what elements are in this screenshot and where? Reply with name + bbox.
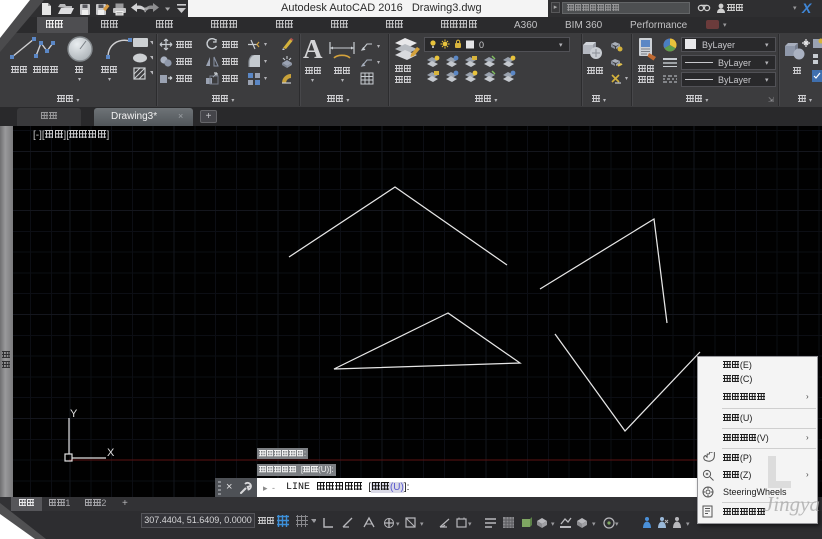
- svg-text:0: 0: [479, 40, 484, 50]
- svg-text:X: X: [107, 447, 115, 459]
- svg-text:Y: Y: [70, 408, 78, 420]
